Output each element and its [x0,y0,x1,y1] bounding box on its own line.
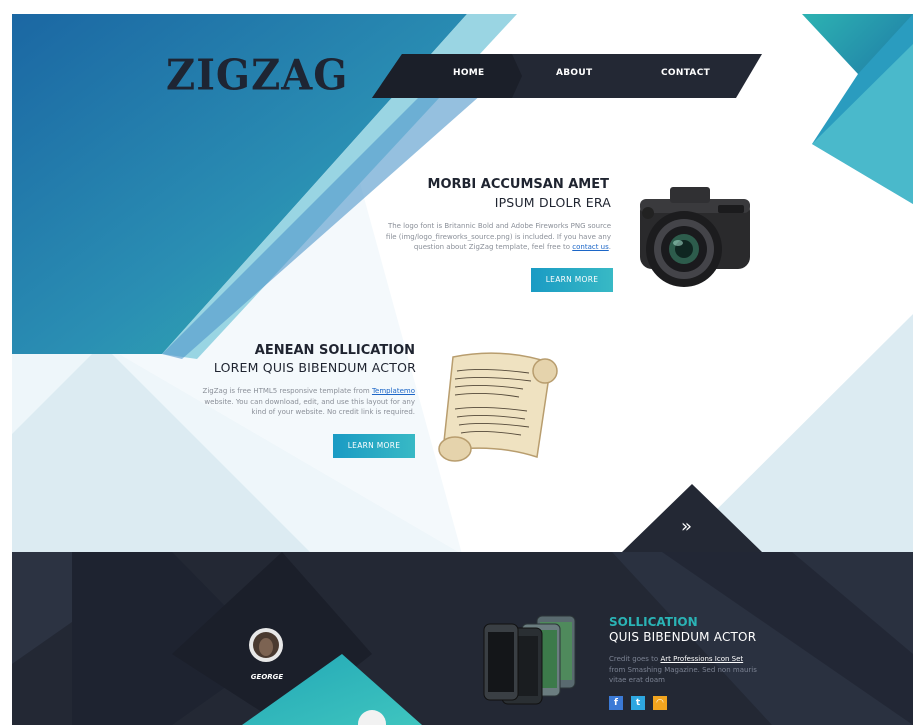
site-logo[interactable]: ZIGZAG [166,51,348,100]
feature2-text-line2: website. You can download, edit, and use… [204,397,415,406]
contact-us-link[interactable]: contact us [572,243,609,251]
nav-about[interactable]: ABOUT [556,68,592,78]
main-nav: HOME ABOUT CONTACT [372,54,772,98]
twitter-icon[interactable]: t [631,696,645,710]
feature2-text-line3: kind of your website. No credit link is … [251,408,415,416]
feature1-text: The logo font is Britannic Bold and Adob… [371,221,611,253]
double-chevron-right-icon[interactable]: » [681,516,692,537]
devices-image [483,615,576,705]
rss-icon[interactable]: ◠ [653,696,667,710]
feature1-text-line2: file (img/logo_fireworks_source.png) is … [385,232,611,241]
bottom-text-line1: Credit goes to Art Professions Icon Set [609,655,744,663]
bottom-text-line2: from Smashing Magazine. Sed non mauris [609,665,757,674]
avatar [249,628,283,662]
bottom-section-title: SOLLICATION [609,615,698,629]
feature1-text-line1: The logo font is Britannic Bold and Adob… [387,222,611,230]
feature1-learn-more-button[interactable]: LEARN MORE [531,268,613,292]
page: ZIGZAG HOME ABOUT CONTACT MORBI ACCUMSAN… [12,14,913,725]
feature1-subtitle: IPSUM DLOLR ERA [494,195,611,210]
art-professions-link[interactable]: Art Professions Icon Set [660,655,743,663]
bottom-text-line3: vitae erat doam [609,676,665,684]
feature2-text-line1: ZigZag is free HTML5 responsive template… [202,387,415,395]
team-member-name: GEORGE [250,673,284,681]
feature2-learn-more-button[interactable]: LEARN MORE [333,434,415,458]
camera-image [640,187,750,287]
scroll-image [438,352,558,462]
feature2-title: AENEAN SOLLICATION [254,343,415,358]
nav-home[interactable]: HOME [453,68,485,78]
bottom-section-subtitle: QUIS BIBENDUM ACTOR [609,630,757,644]
templatemo-link[interactable]: Templatemo [372,387,415,395]
nav-contact[interactable]: CONTACT [661,68,710,78]
feature1-title: MORBI ACCUMSAN AMET [427,177,609,192]
feature1-text-line3: question about ZigZag template, feel fre… [413,243,611,251]
feature2-subtitle: LOREM QUIS BIBENDUM ACTOR [213,360,416,375]
facebook-icon[interactable]: f [609,696,623,710]
bottom-section-text: Credit goes to Art Professions Icon Set … [609,654,779,686]
feature2-text: ZigZag is free HTML5 responsive template… [185,386,415,418]
